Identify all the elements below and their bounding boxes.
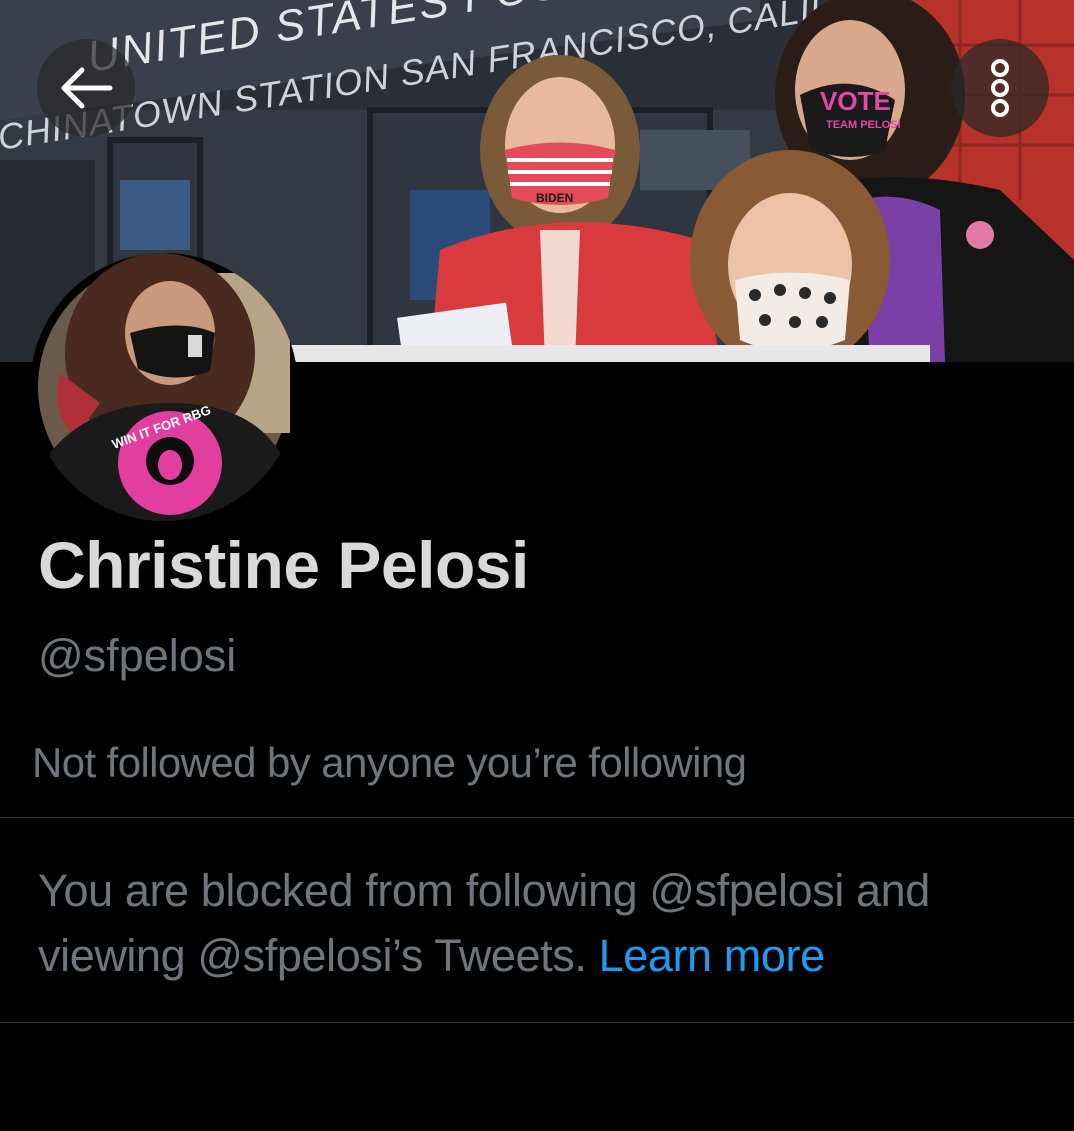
divider [0, 1022, 1074, 1023]
display-name: Christine Pelosi [38, 528, 529, 602]
profile-avatar[interactable]: WIN IT FOR RBG [30, 253, 298, 521]
banner-mask-vote: VOTE [820, 86, 891, 116]
more-options-button[interactable] [951, 39, 1049, 137]
user-handle: @sfpelosi [38, 630, 237, 681]
divider [0, 817, 1074, 818]
arrow-left-icon [61, 67, 113, 109]
blocked-notice-line2: viewing @sfpelosi’s Tweets. Learn more [38, 923, 1048, 988]
blocked-notice-line1: You are blocked from following @sfpelosi… [38, 865, 930, 916]
blocked-notice: You are blocked from following @sfpelosi… [38, 858, 1048, 988]
learn-more-link[interactable]: Learn more [599, 930, 826, 981]
blocked-notice-line2-text: viewing @sfpelosi’s Tweets. [38, 930, 587, 981]
followers-you-know[interactable]: Not followed by anyone you’re following [32, 739, 747, 787]
banner-mask-team: TEAM PELOSI [826, 119, 901, 131]
back-button[interactable] [37, 39, 135, 137]
more-vertical-icon [991, 59, 1009, 117]
banner-mask-biden: BIDEN [536, 191, 573, 205]
avatar-photo: WIN IT FOR RBG [30, 253, 298, 521]
